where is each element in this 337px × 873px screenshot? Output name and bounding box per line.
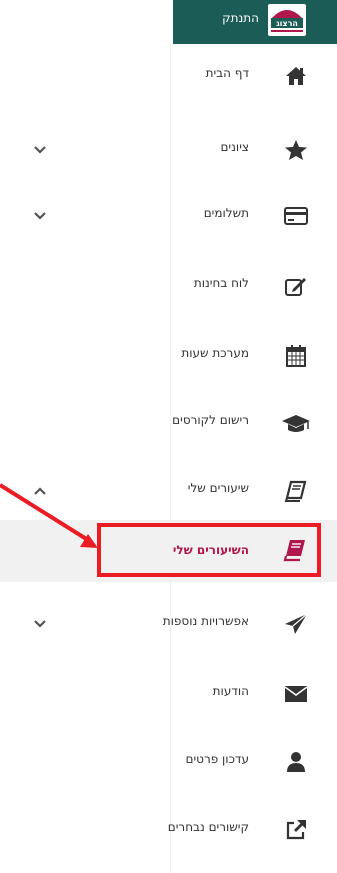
credit-card-icon bbox=[280, 204, 312, 228]
calendar-icon bbox=[280, 344, 312, 368]
sidebar-item-course-registration[interactable]: רישום לקורסים bbox=[0, 397, 337, 449]
chevron-down-icon[interactable] bbox=[32, 142, 48, 158]
book-icon bbox=[280, 479, 312, 503]
sidebar-item-label: הודעות bbox=[212, 684, 249, 698]
envelope-icon bbox=[280, 682, 312, 706]
sidebar-item-messages[interactable]: הודעות bbox=[0, 668, 337, 720]
sidebar-item-label: שיעורים שלי bbox=[187, 481, 249, 495]
sidebar-item-my-lessons[interactable]: שיעורים שלי bbox=[0, 465, 337, 517]
sidebar-item-label: קישורים נבחרים bbox=[167, 820, 249, 834]
sidebar-item-more-options[interactable]: אפשרויות נוספות bbox=[0, 598, 337, 650]
sidebar-item-label: מערכת שעות bbox=[181, 346, 249, 360]
logo-text: הרצוג bbox=[276, 19, 298, 28]
sidebar-item-label: דף הבית bbox=[205, 66, 249, 80]
user-icon bbox=[280, 750, 312, 774]
chevron-down-icon[interactable] bbox=[32, 208, 48, 224]
sidebar-item-grades[interactable]: ציונים bbox=[0, 124, 337, 176]
sidebar-item-update-details[interactable]: עדכון פרטים bbox=[0, 736, 337, 788]
book-icon bbox=[282, 538, 314, 562]
paper-plane-icon bbox=[280, 612, 312, 636]
star-icon bbox=[280, 138, 312, 162]
sidebar-item-label: אפשרויות נוספות bbox=[162, 614, 249, 628]
external-link-icon bbox=[280, 818, 312, 842]
home-icon bbox=[280, 64, 312, 88]
header-bar: הרצוג התנתק bbox=[173, 0, 337, 44]
sidebar-item-label: עדכון פרטים bbox=[185, 752, 249, 766]
sidebar-item-label: תשלומים bbox=[203, 206, 249, 220]
submenu-item-label[interactable]: השיעורים שלי bbox=[173, 543, 249, 557]
chevron-down-icon[interactable] bbox=[32, 616, 48, 632]
edit-icon bbox=[280, 274, 312, 298]
sidebar-item-label: ציונים bbox=[220, 140, 249, 154]
sidebar-item-payments[interactable]: תשלומים bbox=[0, 190, 337, 242]
sidebar-item-timetable[interactable]: מערכת שעות bbox=[0, 330, 337, 382]
sidebar-item-home[interactable]: דף הבית bbox=[0, 50, 337, 102]
college-logo: הרצוג bbox=[268, 4, 306, 36]
sidebar-item-label: לוח בחינות bbox=[193, 276, 249, 290]
graduation-cap-icon bbox=[280, 411, 312, 435]
sidebar-item-label: רישום לקורסים bbox=[172, 413, 249, 427]
sidebar-item-exam-schedule[interactable]: לוח בחינות bbox=[0, 260, 337, 312]
logout-link[interactable]: התנתק bbox=[222, 11, 259, 25]
chevron-up-icon[interactable] bbox=[32, 483, 48, 499]
sidebar-item-selected-links[interactable]: קישורים נבחרים bbox=[0, 804, 337, 856]
